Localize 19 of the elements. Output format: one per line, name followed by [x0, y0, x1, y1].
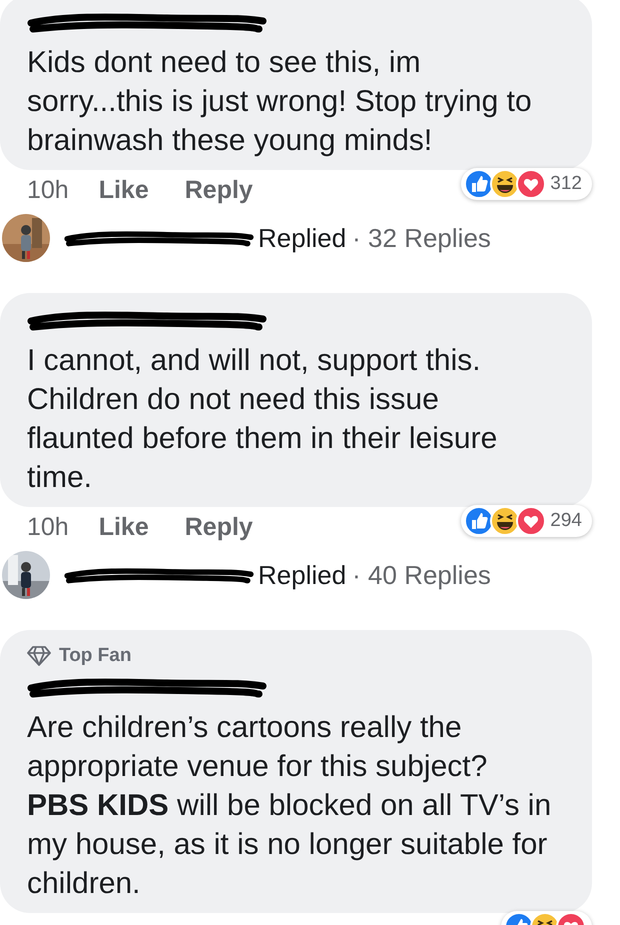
like-link[interactable]: Like	[98, 512, 149, 542]
comment-text: Kids dont need to see this, im sorry...this is just wrong! Stop trying to brainwash these young minds!	[27, 45, 533, 159]
comment-text: Are children’s cartoons really the appropriate venue for this subject? PBS KIDS will be blocked on all TV’s in my house, as it is no longer suitable for children.	[27, 710, 552, 902]
replied-label[interactable]: Replied	[258, 222, 346, 254]
comment-time: 10h	[27, 512, 69, 542]
reply-link[interactable]: Reply	[184, 176, 253, 204]
reactions-pill[interactable]: 312	[461, 168, 592, 200]
comment-time: 10h	[27, 176, 69, 204]
reply-count[interactable]: · 32 Replies	[352, 222, 491, 254]
reaction-count: 312	[550, 173, 582, 195]
reply-count[interactable]: · 40 Replies	[352, 560, 491, 590]
comment-text: I cannot, and will not, support this. Children do not need this issue flaunted before them in their leisure time.	[27, 343, 498, 496]
diamond-icon	[27, 646, 51, 666]
reaction-count: 294	[550, 510, 582, 532]
reactions-pill[interactable]: 294	[461, 505, 592, 537]
top-fan-label: Top Fan	[59, 645, 132, 667]
replied-label[interactable]: Replied	[258, 560, 346, 590]
like-link[interactable]: Like	[98, 176, 149, 204]
reply-link[interactable]: Reply	[184, 512, 253, 542]
